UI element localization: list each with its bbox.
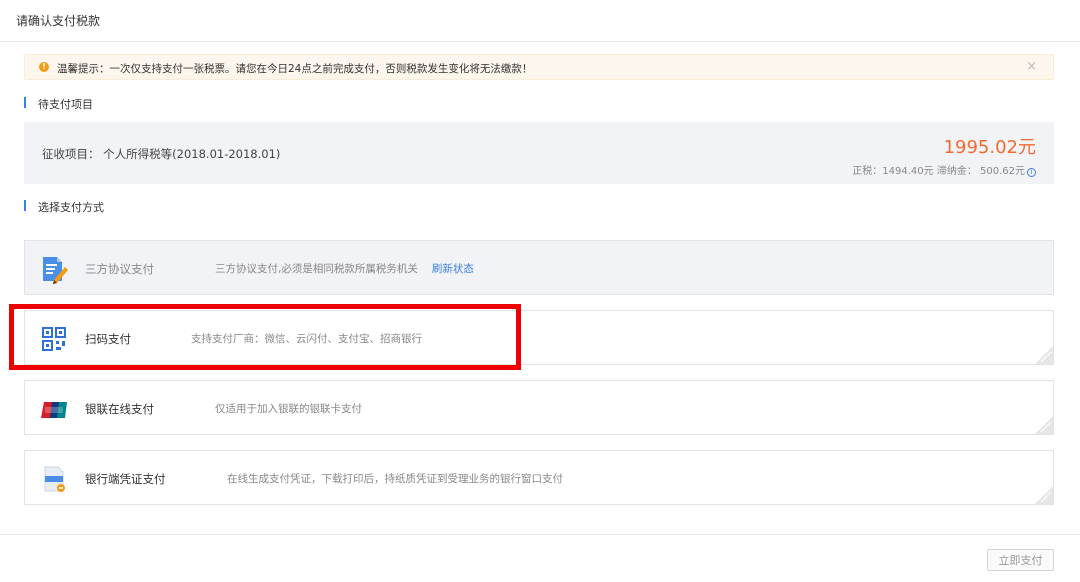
qr-code-icon xyxy=(42,327,66,351)
payment-option-qrcode[interactable]: 扫码支付 支持支付厂商：微信、云闪付、支付宝、招商银行 xyxy=(24,310,1054,365)
page-header: 请确认支付税款 xyxy=(0,0,1080,42)
section-title-pending: 待支付项目 xyxy=(24,96,93,112)
pay-now-button[interactable]: 立即支付 xyxy=(987,549,1054,571)
document-pen-icon xyxy=(43,257,68,284)
corner-indicator xyxy=(1035,486,1053,504)
section-title-method: 选择支付方式 xyxy=(24,199,104,215)
payment-option-name: 银联在线支付 xyxy=(85,402,154,416)
warning-alert: ! 温馨提示：一次仅支持支付一张税票。请您在今日24点之前完成支付，否则税款发生… xyxy=(24,54,1054,80)
alert-text: 温馨提示：一次仅支持支付一张税票。请您在今日24点之前完成支付，否则税款发生变化… xyxy=(57,63,533,75)
refresh-status-link[interactable]: 刷新状态 xyxy=(432,263,474,275)
warning-icon: ! xyxy=(39,62,49,72)
tax-item-label: 征收项目： 个人所得税等(2018.01-2018.01) xyxy=(42,147,281,161)
unionpay-card-icon xyxy=(41,402,67,418)
bank-voucher-icon xyxy=(44,466,65,492)
tax-summary: 征收项目： 个人所得税等(2018.01-2018.01) 1995.02元 正… xyxy=(24,122,1054,184)
payment-option-desc: 三方协议支付,必须是相同税款所属税务机关 刷新状态 xyxy=(215,261,474,276)
tax-total-amount: 1995.02元 xyxy=(943,137,1036,158)
payment-option-name: 银行端凭证支付 xyxy=(85,472,166,486)
payment-option-name: 三方协议支付 xyxy=(85,262,154,276)
info-icon[interactable]: i xyxy=(1027,168,1036,177)
payment-option-desc-text: 三方协议支付,必须是相同税款所属税务机关 xyxy=(215,263,418,275)
footer-divider xyxy=(0,534,1080,535)
tax-detail-text: 正税：1494.40元 滞纳金： 500.62元 xyxy=(852,166,1025,177)
payment-option-desc: 支持支付厂商：微信、云闪付、支付宝、招商银行 xyxy=(191,333,422,345)
payment-option-unionpay[interactable]: 银联在线支付 仅适用于加入银联的银联卡支付 xyxy=(24,380,1054,435)
tax-detail: 正税：1494.40元 滞纳金： 500.62元 i xyxy=(852,162,1036,177)
page-title: 请确认支付税款 xyxy=(16,14,101,28)
payment-option-desc: 仅适用于加入银联的银联卡支付 xyxy=(215,403,362,415)
corner-indicator xyxy=(1035,346,1053,364)
payment-option-agreement[interactable]: 三方协议支付 三方协议支付,必须是相同税款所属税务机关 刷新状态 xyxy=(24,240,1054,295)
payment-option-desc: 在线生成支付凭证，下载打印后，持纸质凭证到受理业务的银行窗口支付 xyxy=(227,473,563,485)
close-icon[interactable]: × xyxy=(1026,59,1037,74)
corner-indicator xyxy=(1035,416,1053,434)
payment-option-bank-voucher[interactable]: 银行端凭证支付 在线生成支付凭证，下载打印后，持纸质凭证到受理业务的银行窗口支付 xyxy=(24,450,1054,505)
payment-option-name: 扫码支付 xyxy=(85,332,131,346)
